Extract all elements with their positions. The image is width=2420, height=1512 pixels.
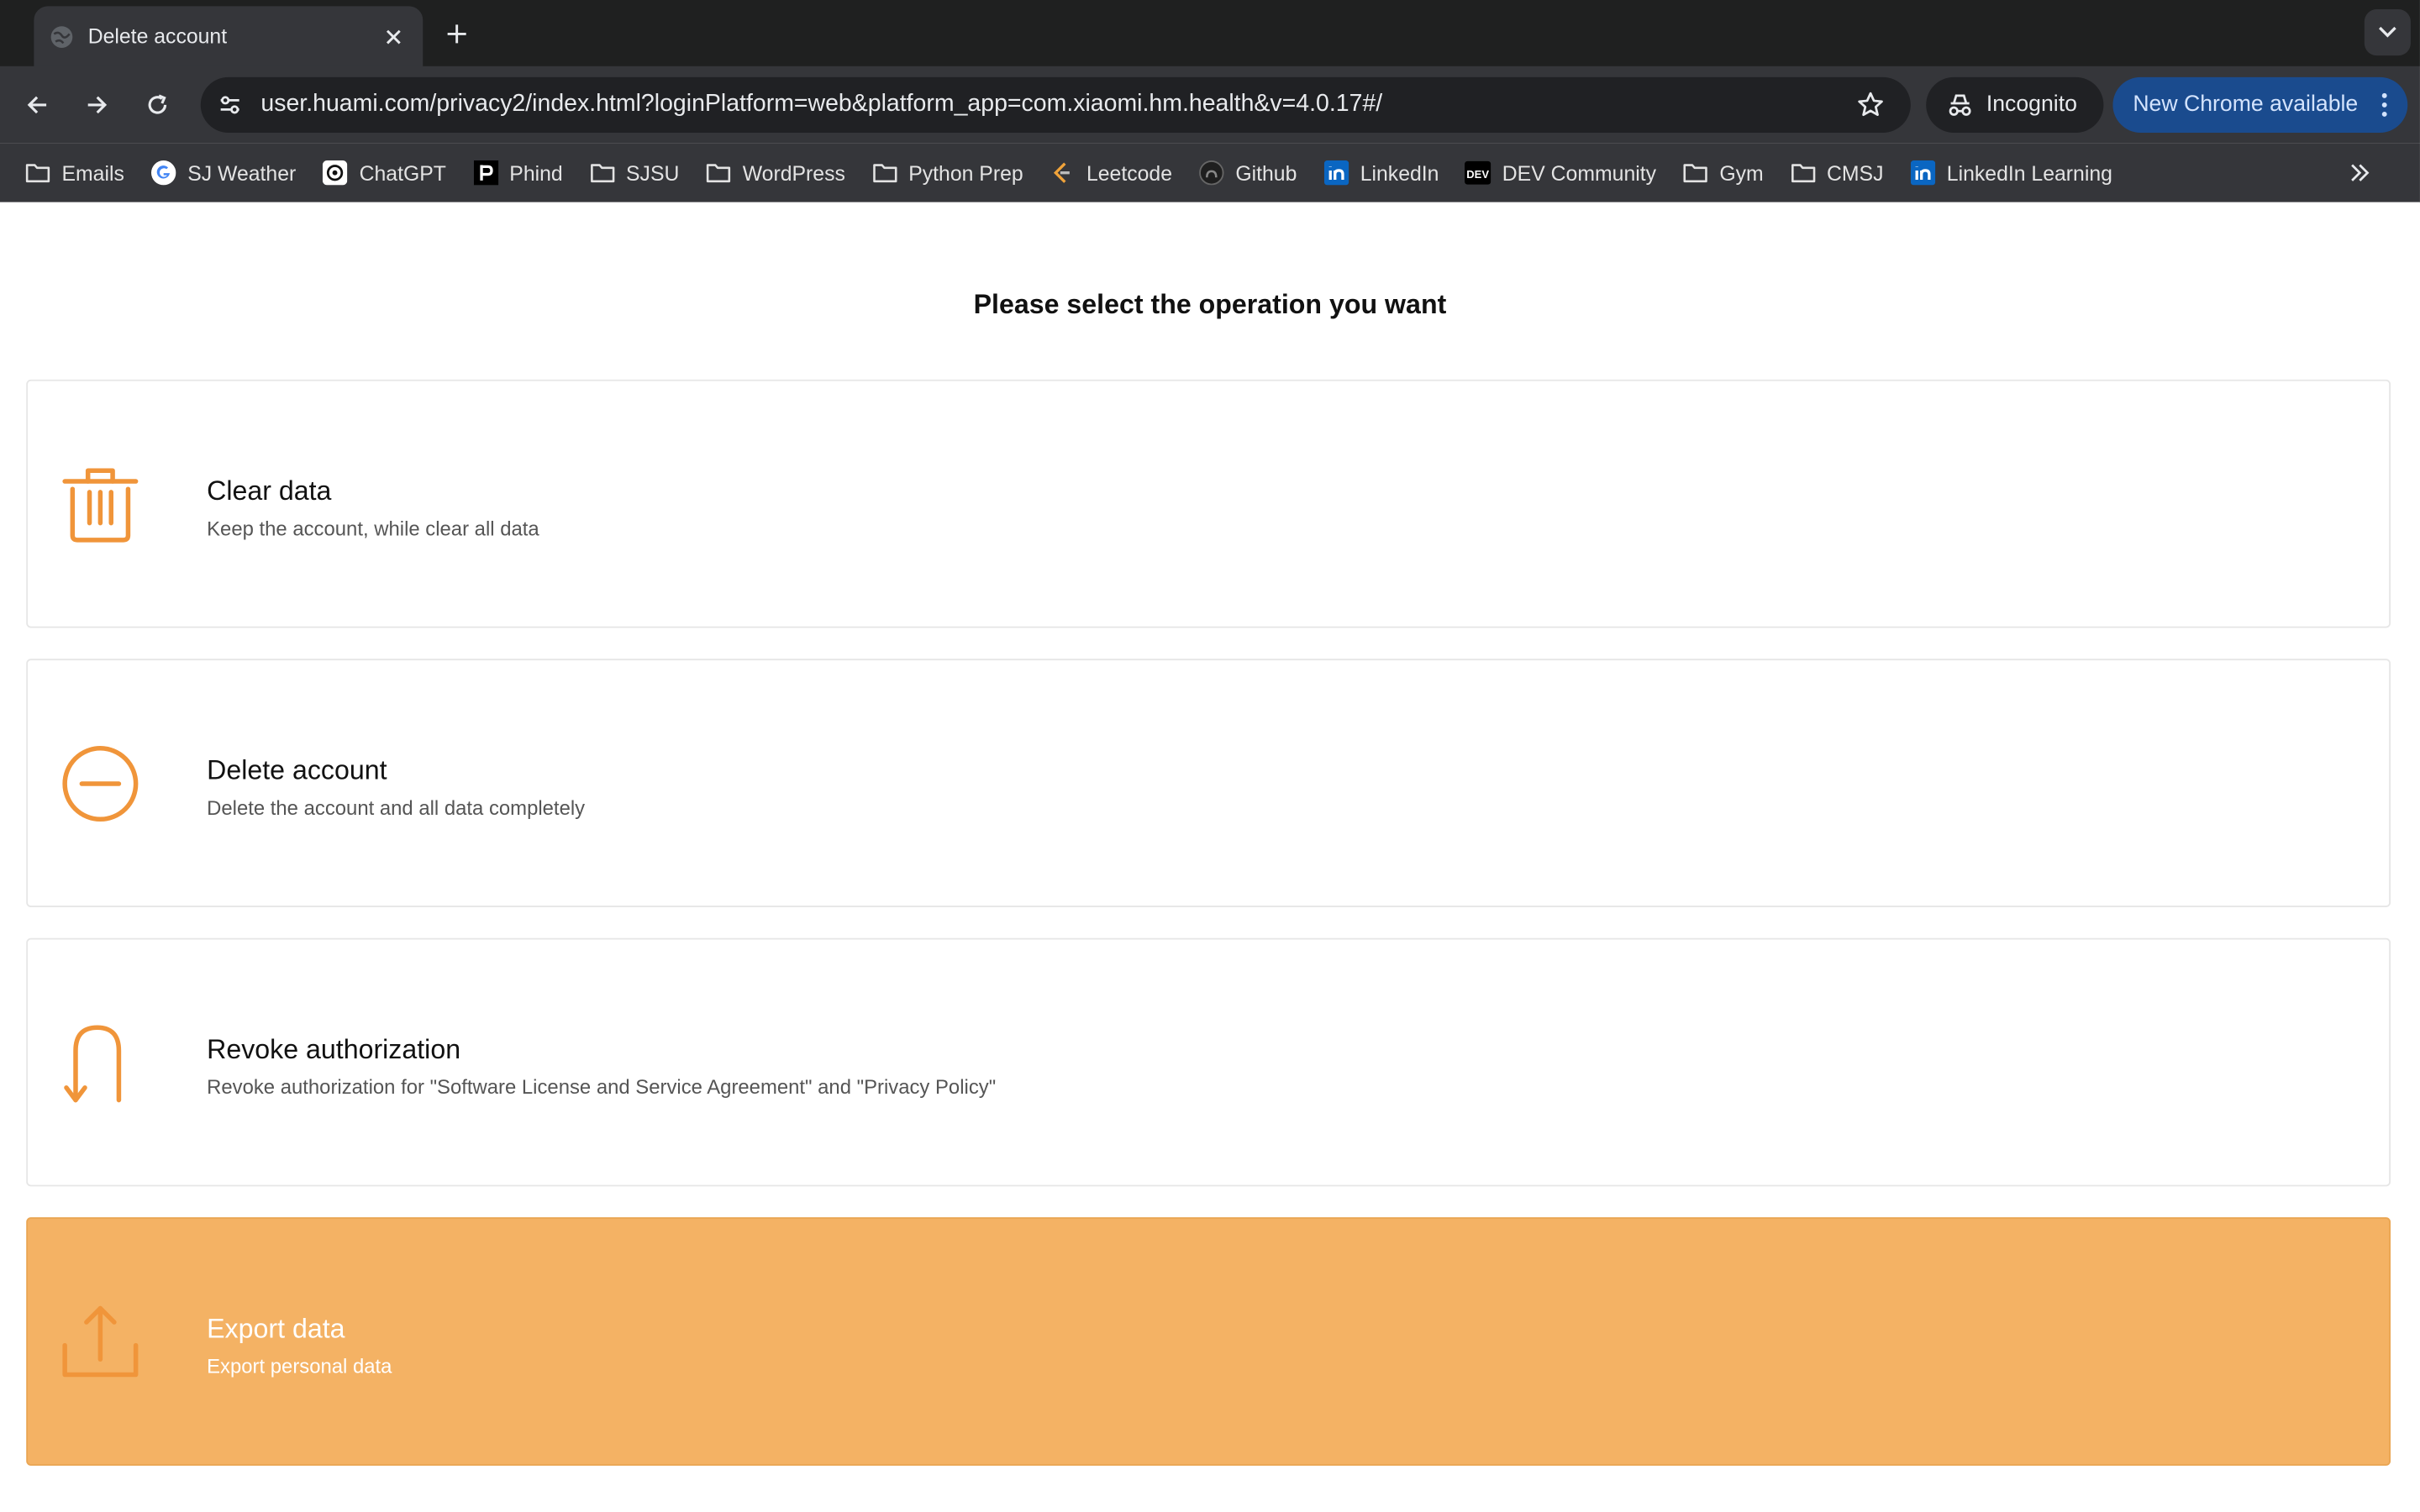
bookmark-label: Gym [1719,160,1764,185]
svg-text:DEV: DEV [1467,168,1490,181]
export-icon [62,1305,139,1378]
bookmark-linkedin-learning[interactable]: LinkedIn Learning [1910,160,2112,186]
minus-circle-icon [62,746,139,822]
bookmark-label: CMSJ [1826,160,1884,185]
phind-icon [472,160,498,186]
incognito-icon [1949,94,1971,116]
bookmark-cmsj[interactable]: CMSJ [1790,160,1884,186]
bookmark-sj-weather[interactable]: SJ Weather [150,160,296,186]
bookmark-github[interactable]: Github [1198,160,1297,186]
dev-icon: DEV [1465,160,1491,186]
new-tab-icon[interactable] [439,15,476,52]
chatgpt-icon [323,160,349,186]
toolbar: user.huami.com/privacy2/index.html?login… [0,66,2420,144]
folder-icon [589,160,615,186]
bookmark-star-icon[interactable] [1852,87,1889,123]
bookmark-label: LinkedIn [1360,160,1439,185]
option-title: Delete account [207,754,387,785]
bookmark-linkedin[interactable]: LinkedIn [1323,160,1439,186]
folder-icon [1790,160,1816,186]
option-description: Keep the account, while clear all data [207,517,539,540]
option-description: Delete the account and all data complete… [207,795,586,820]
more-vertical-icon[interactable] [2370,91,2398,118]
bookmark-wordpress[interactable]: WordPress [706,160,845,186]
bookmarks-bar: Emails SJ Weather ChatGPT Phind SJSU WordPres… [0,143,2420,204]
bookmark-label: WordPress [742,160,845,185]
tab-search-icon[interactable] [2364,9,2411,56]
forward-icon[interactable] [79,87,116,123]
bookmark-emails[interactable]: Emails [24,160,124,186]
bookmark-label: SJ Weather [187,160,297,185]
option-revoke-authorization[interactable]: Revoke authorization Revoke authorizatio… [26,937,2391,1187]
option-description: Export personal data [207,1354,392,1378]
option-clear-data[interactable]: Clear data Keep the account, while clear… [26,379,2391,628]
bookmark-leetcode[interactable]: Leetcode [1050,160,1172,186]
bookmark-phind[interactable]: Phind [472,160,563,186]
url-text[interactable]: user.huami.com/privacy2/index.html?login… [260,91,1852,118]
bookmark-label: Phind [509,160,563,185]
site-info-icon[interactable] [213,88,246,122]
google-icon [150,160,176,186]
new-chrome-available-button[interactable]: New Chrome available [2112,76,2408,133]
bookmark-chatgpt[interactable]: ChatGPT [323,160,446,186]
option-description: Revoke authorization for "Software Licen… [207,1075,997,1099]
bookmark-python-prep[interactable]: Python Prep [871,160,1023,186]
globe-icon [50,25,73,48]
page-content: Please select the operation you want Cle… [0,202,2420,1512]
github-icon [1198,160,1224,186]
option-export-data[interactable]: Export data Export personal data [26,1217,2391,1466]
linkedin-icon [1910,160,1936,186]
tab-strip: Delete account [0,0,2420,66]
back-icon[interactable] [18,87,55,123]
incognito-indicator[interactable]: Incognito [1926,76,2104,133]
bookmarks-overflow-icon[interactable] [2346,159,2374,186]
reload-icon[interactable] [139,87,176,123]
folder-icon [24,160,50,186]
bookmark-label: Leetcode [1086,160,1173,185]
incognito-label: Incognito [1986,92,2077,118]
option-title: Revoke authorization [207,1033,461,1065]
bookmark-gym[interactable]: Gym [1682,160,1764,186]
page-heading: Please select the operation you want [973,288,1447,320]
linkedin-icon [1323,160,1349,186]
bookmark-label: Python Prep [908,160,1023,185]
bookmark-label: Emails [61,160,124,185]
option-delete-account[interactable]: Delete account Delete the account and al… [26,659,2391,907]
option-title: Clear data [207,475,332,507]
bookmark-dev-community[interactable]: DEV DEV Community [1465,160,1656,186]
revoke-arrow-icon [64,1025,122,1103]
folder-icon [871,160,897,186]
folder-icon [706,160,732,186]
bookmark-label: SJSU [626,160,680,185]
folder-icon [1682,160,1708,186]
active-tab[interactable]: Delete account [34,6,424,66]
bookmark-label: Github [1235,160,1297,185]
bookmark-label: ChatGPT [359,160,446,185]
trash-icon [62,468,139,543]
bookmark-sjsu[interactable]: SJSU [589,160,679,186]
tab-title: Delete account [87,24,228,48]
leetcode-icon [1050,160,1076,186]
update-label: New Chrome available [2133,92,2359,118]
option-title: Export data [207,1313,345,1344]
bookmark-label: DEV Community [1502,160,1657,185]
bookmark-label: LinkedIn Learning [1946,160,2112,185]
close-tab-icon[interactable] [376,19,410,53]
address-bar[interactable]: user.huami.com/privacy2/index.html?login… [200,76,1911,133]
